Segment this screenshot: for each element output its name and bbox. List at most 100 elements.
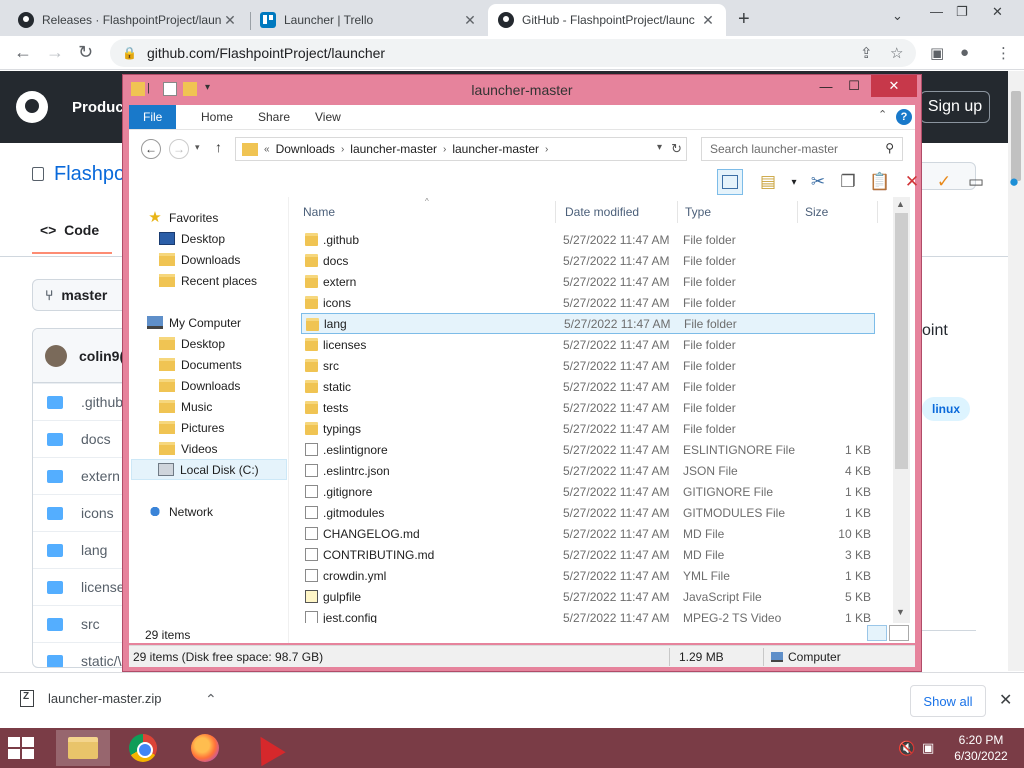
minimize-button[interactable]: —	[930, 4, 943, 19]
help-icon[interactable]: ?	[896, 109, 912, 125]
column-separator[interactable]	[797, 201, 798, 223]
table-row[interactable]: CHANGELOG.md 5/27/2022 11:47 AM MD File 10 …	[301, 523, 875, 544]
tab-home[interactable]: Home	[187, 105, 247, 129]
nav-pictures[interactable]: Pictures	[159, 417, 224, 438]
nav-my-computer[interactable]: My Computer	[147, 312, 241, 333]
list-item[interactable]: extern	[33, 457, 131, 494]
file-list-scrollbar[interactable]: ▲ ▼	[893, 197, 910, 623]
recent-locations-icon[interactable]: ▾	[195, 142, 200, 153]
table-row[interactable]: crowdin.yml 5/27/2022 11:47 AM YML File 1 K…	[301, 565, 875, 586]
volume-muted-icon[interactable]: 🔇	[898, 740, 915, 757]
tab-view[interactable]: View	[301, 105, 355, 129]
tab-search-icon[interactable]: ⌄	[892, 8, 903, 24]
globe-icon[interactable]: ●	[1001, 169, 1024, 195]
table-row[interactable]: .eslintignore 5/27/2022 11:47 AM ESLINTIGN…	[301, 439, 875, 460]
large-icons-view-icon[interactable]	[889, 625, 909, 641]
network-tray-icon[interactable]: ▣	[922, 740, 934, 756]
restore-button[interactable]: ❐	[956, 4, 968, 20]
repo-title[interactable]: Flashpo	[32, 163, 125, 186]
ribbon-expand-icon[interactable]: ⌃	[878, 108, 887, 121]
new-tab-button[interactable]: +	[738, 8, 750, 31]
tab-file[interactable]: File	[129, 105, 177, 129]
column-separator[interactable]	[677, 201, 678, 223]
up-button[interactable]: ↑	[215, 139, 222, 155]
scroll-up-icon[interactable]: ▲	[896, 199, 905, 209]
table-row[interactable]: .eslintrc.json 5/27/2022 11:47 AM JSON Fil…	[301, 460, 875, 481]
column-separator[interactable]	[877, 201, 878, 223]
avatar[interactable]	[45, 344, 67, 367]
sign-up-button[interactable]: Sign up	[920, 91, 990, 123]
taskbar-chrome[interactable]	[116, 730, 170, 766]
overflow-icon[interactable]: «	[264, 144, 270, 155]
branch-select[interactable]: ⑂ master	[32, 279, 128, 311]
taskbar-clock[interactable]: 6:20 PM 6/30/2022	[946, 732, 1016, 764]
products-menu[interactable]: Produc	[72, 99, 124, 116]
organize-icon[interactable]: ▤	[755, 169, 781, 195]
nav-favorites[interactable]: ★ Favorites	[147, 207, 218, 228]
scroll-down-icon[interactable]: ▼	[896, 607, 905, 617]
nav-music[interactable]: Music	[159, 396, 212, 417]
list-item[interactable]: src	[33, 605, 131, 642]
profile-icon[interactable]: ●	[960, 44, 969, 61]
paste-icon[interactable]: 📋	[867, 169, 893, 195]
chevron-down-icon[interactable]: ▾	[657, 142, 662, 153]
forward-button[interactable]: →	[46, 42, 64, 63]
page-scrollbar[interactable]	[1008, 71, 1024, 671]
nav-videos[interactable]: Videos	[159, 438, 217, 459]
checkmark-icon[interactable]: ✓	[931, 169, 957, 195]
table-row[interactable]: jest.config 5/27/2022 11:47 AM MPEG-2 TS V…	[301, 607, 875, 623]
nav-network[interactable]: Network	[147, 501, 213, 522]
table-row[interactable]: gulpfile 5/27/2022 11:47 AM JavaScript Fil…	[301, 586, 875, 607]
list-item[interactable]: static/\	[33, 642, 131, 667]
rename-icon[interactable]: ▭	[963, 169, 989, 195]
start-button[interactable]	[8, 737, 36, 759]
share-icon[interactable]: ⇪	[860, 44, 873, 62]
close-window-button[interactable]: ✕	[992, 4, 1003, 20]
chevron-down-icon[interactable]: ▾	[781, 169, 807, 195]
copy-icon[interactable]: ❐	[835, 169, 861, 195]
column-separator[interactable]	[555, 201, 556, 223]
back-button[interactable]: ←	[141, 139, 161, 159]
list-item[interactable]: lang	[33, 531, 131, 568]
table-row[interactable]: licenses 5/27/2022 11:47 AM File folder	[301, 334, 875, 355]
search-input[interactable]: Search launcher-master ⚲	[701, 137, 903, 161]
tab-code[interactable]: <> Code	[40, 222, 99, 238]
topic-badge[interactable]: linux	[922, 397, 971, 421]
chevron-right-icon[interactable]: ›	[545, 144, 548, 155]
close-icon[interactable]: ✕	[999, 690, 1012, 710]
table-row[interactable]: .gitmodules 5/27/2022 11:47 AM GITMODULES …	[301, 502, 875, 523]
nav-fav-desktop[interactable]: Desktop	[159, 228, 225, 249]
forward-button[interactable]: →	[169, 139, 189, 159]
table-row[interactable]: docs 5/27/2022 11:47 AM File folder	[301, 250, 875, 271]
close-icon[interactable]: ✕	[222, 12, 238, 29]
reload-button[interactable]: ↻	[78, 42, 93, 63]
cut-icon[interactable]: ✂	[805, 169, 831, 195]
nav-desktop[interactable]: Desktop	[159, 333, 225, 354]
taskbar-firefox[interactable]	[178, 730, 232, 766]
nav-downloads[interactable]: Downloads	[159, 375, 240, 396]
nav-local-disk[interactable]: Local Disk (C:)	[131, 459, 287, 480]
refresh-icon[interactable]: ↻	[671, 141, 682, 157]
address-bar[interactable]: 🔒 github.com/FlashpointProject/launcher	[110, 39, 916, 67]
commit-user[interactable]: colin9(	[79, 348, 124, 364]
nav-fav-downloads[interactable]: Downloads	[159, 249, 240, 270]
menu-icon[interactable]: ⋮	[996, 44, 1011, 62]
list-item[interactable]: license	[33, 568, 131, 605]
breadcrumb-launcher-master[interactable]: launcher-master	[350, 142, 437, 156]
details-view-icon[interactable]	[867, 625, 887, 641]
tab-share[interactable]: Share	[244, 105, 304, 129]
table-row[interactable]: typings 5/27/2022 11:47 AM File folder	[301, 418, 875, 439]
maximize-button[interactable]: ☐	[841, 75, 867, 97]
tab-releases[interactable]: Releases · FlashpointProject/laun ✕	[8, 4, 248, 36]
column-name[interactable]: Name	[303, 205, 335, 219]
download-item[interactable]: launcher-master.zip	[20, 690, 161, 707]
list-item[interactable]: docs	[33, 420, 131, 457]
preview-pane-icon[interactable]	[717, 169, 743, 195]
table-row[interactable]: .github 5/27/2022 11:47 AM File folder	[301, 229, 875, 250]
nav-recent-places[interactable]: Recent places	[159, 270, 257, 291]
table-row[interactable]: .gitignore 5/27/2022 11:47 AM GITIGNORE Fi…	[301, 481, 875, 502]
table-row[interactable]: src 5/27/2022 11:47 AM File folder	[301, 355, 875, 376]
bookmark-star-icon[interactable]: ☆	[890, 44, 903, 62]
list-item[interactable]: icons	[33, 494, 131, 531]
table-row[interactable]: CONTRIBUTING.md 5/27/2022 11:47 AM MD File…	[301, 544, 875, 565]
